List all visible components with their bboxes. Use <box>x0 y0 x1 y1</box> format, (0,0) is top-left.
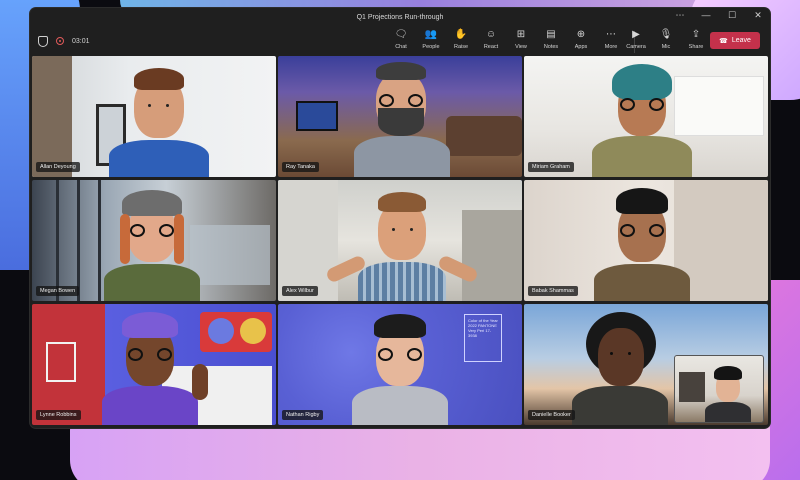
participant-name: Lynne Robbins <box>36 410 81 420</box>
title-bar: Q1 Projections Run-through ⋯ — ☐ ✕ <box>30 8 770 26</box>
participant-tile[interactable]: Ray Tanaka <box>278 56 522 177</box>
participant-tile[interactable]: Megan Bowen <box>32 180 276 301</box>
mic-icon: 🎙 <box>659 29 673 40</box>
people-icon: 👥 <box>424 29 438 40</box>
mic-button[interactable]: 🎙 Mic <box>653 29 679 50</box>
participant-name: Miriam Graham <box>528 162 574 172</box>
camera-icon: ▶ <box>632 29 640 40</box>
meeting-actions: 🗨 Chat 👥 People ✋ Raise ☺ React ⊞ View ▤ <box>388 29 641 53</box>
grid-view-icon: ⊞ <box>516 29 526 40</box>
leave-button[interactable]: ☎ Leave <box>710 32 760 49</box>
recording-icon <box>56 37 64 45</box>
participant-tile[interactable]: Babak Shammas <box>524 180 768 301</box>
meeting-timer: 03:01 <box>72 37 90 45</box>
avatar <box>350 308 450 425</box>
chat-button[interactable]: 🗨 Chat <box>388 29 414 53</box>
teams-meeting-window: Q1 Projections Run-through ⋯ — ☐ ✕ 03:01… <box>30 8 770 428</box>
participant-tile[interactable]: Allan Deyoung <box>32 56 276 177</box>
video-grid: Allan Deyoung Ray Tanaka Miriam Graham M… <box>32 56 768 426</box>
self-view[interactable] <box>674 355 764 423</box>
camera-button[interactable]: ▶ Camera <box>623 29 649 50</box>
self-avatar <box>703 360 753 422</box>
participant-tile[interactable]: Lynne Robbins <box>32 304 276 425</box>
avatar <box>102 184 202 301</box>
pantone-card: Color of the Year 2022 PANTONE Very Peri… <box>464 314 502 362</box>
window-controls: ⋯ — ☐ ✕ <box>674 10 764 21</box>
participant-name: Alex Wilbur <box>282 286 318 296</box>
avatar <box>592 60 692 177</box>
people-button[interactable]: 👥 People <box>418 29 444 53</box>
phone-hangup-icon: ☎ <box>719 37 728 45</box>
participant-tile[interactable]: Miriam Graham <box>524 56 768 177</box>
participant-name: Babak Shammas <box>528 286 578 296</box>
apps-icon: ⊕ <box>576 29 586 40</box>
chat-icon: 🗨 <box>394 29 408 40</box>
share-icon: ⇪ <box>691 29 701 40</box>
maximize-button[interactable]: ☐ <box>726 10 738 21</box>
avatar <box>322 184 482 301</box>
meeting-toolbar: 03:01 🗨 Chat 👥 People ✋ Raise ☺ React ⊞ … <box>30 26 770 56</box>
notes-button[interactable]: ▤ Notes <box>538 29 564 53</box>
hand-icon: ✋ <box>454 29 468 40</box>
participant-tile[interactable]: Color of the Year 2022 PANTONE Very Peri… <box>278 304 522 425</box>
view-button[interactable]: ⊞ View <box>508 29 534 53</box>
device-controls: ▶ Camera 🎙 Mic ⇪ Share <box>623 29 709 50</box>
apps-button[interactable]: ⊕ Apps <box>568 29 594 53</box>
avatar <box>352 58 452 177</box>
avatar <box>96 308 226 425</box>
notes-icon: ▤ <box>546 29 556 40</box>
avatar <box>592 184 692 301</box>
close-button[interactable]: ✕ <box>752 10 764 21</box>
meeting-title: Q1 Projections Run-through <box>356 13 444 21</box>
participant-tile[interactable]: Danielle Booker <box>524 304 768 425</box>
more-options-icon[interactable]: ⋯ <box>674 10 686 21</box>
react-button[interactable]: ☺ React <box>478 29 504 53</box>
participant-name: Megan Bowen <box>36 286 80 296</box>
minimize-button[interactable]: — <box>700 10 712 21</box>
participant-tile[interactable]: Alex Wilbur <box>278 180 522 301</box>
avatar <box>568 308 678 425</box>
raise-hand-button[interactable]: ✋ Raise <box>448 29 474 53</box>
smile-icon: ☺ <box>485 29 497 40</box>
participant-name: Nathan Rigby <box>282 410 324 420</box>
more-icon: ⋯ <box>606 29 616 40</box>
more-button[interactable]: ⋯ More <box>598 29 624 53</box>
participant-name: Allan Deyoung <box>36 162 80 172</box>
avatar <box>104 62 214 177</box>
participant-name: Ray Tanaka <box>282 162 319 172</box>
participant-name: Danielle Booker <box>528 410 575 420</box>
shield-icon[interactable] <box>38 35 48 47</box>
share-button[interactable]: ⇪ Share <box>683 29 709 50</box>
